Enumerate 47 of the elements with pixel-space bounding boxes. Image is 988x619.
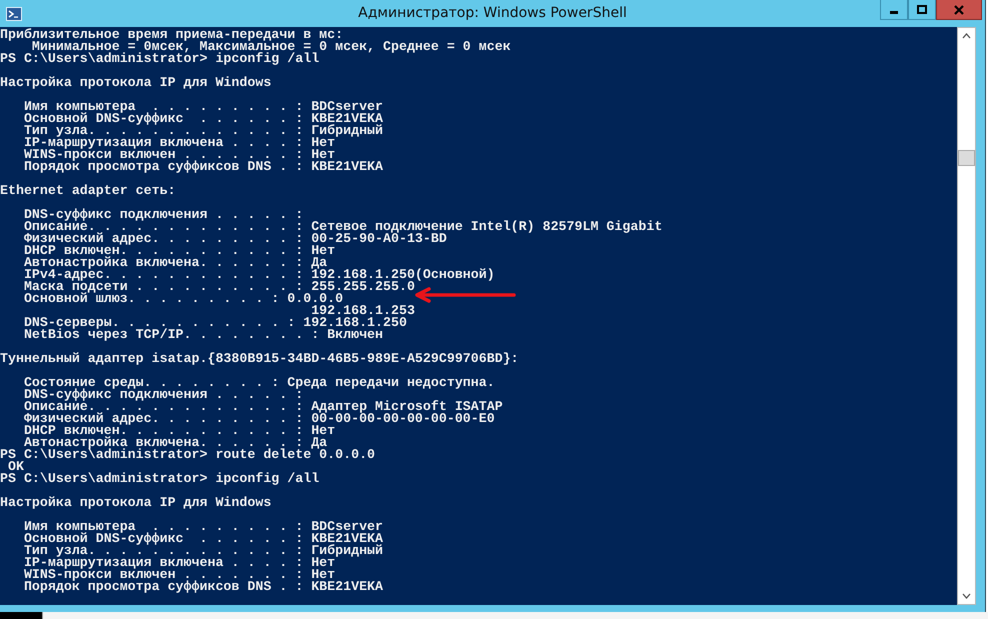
console-line: Физический адрес. . . . . . . . . : 00-25-90-A0-13-BD bbox=[22, 233, 447, 245]
console-line: IP-маршрутизация включена . . . . : Нет bbox=[22, 557, 336, 569]
console-line: WINS-прокси включен . . . . . . . : Нет bbox=[22, 149, 336, 161]
close-icon[interactable] bbox=[954, 4, 964, 14]
maximize-button[interactable] bbox=[908, 0, 936, 20]
console-line: Настройка протокола IP для Windows bbox=[0, 497, 272, 509]
console-line: PS C:\Users\administrator> ipconfig /all bbox=[0, 53, 320, 65]
close-button[interactable] bbox=[936, 0, 982, 20]
console-line: PS C:\Users\administrator> ipconfig /all bbox=[0, 473, 320, 485]
window-title: Администратор: Windows PowerShell bbox=[358, 5, 627, 21]
console-line: DNS-суффикс подключения . . . . . : bbox=[22, 389, 304, 401]
console-line: OK bbox=[8, 461, 24, 473]
console-line: DHCP включен. . . . . . . . . . . : Нет bbox=[22, 245, 336, 257]
console-line: DNS-суффикс подключения . . . . . : bbox=[22, 209, 304, 221]
scrollbar-thumb[interactable] bbox=[958, 150, 975, 166]
console-line: Основной DNS-суффикс . . . . . . : KBE21VEKA bbox=[22, 533, 384, 545]
console-line: Приблизительное время приема-передачи в мс: bbox=[0, 29, 344, 41]
console-line: DNS-серверы. . . . . . . . . . . : 192.168.1.250 bbox=[22, 317, 407, 329]
console-line: PS C:\Users\administrator> route delete 0.0.0.0 bbox=[0, 449, 376, 461]
console-line: Автонастройка включена. . . . . . : Да bbox=[22, 257, 328, 269]
console-line: 192.168.1.253 bbox=[311, 305, 415, 317]
console-line: Минимальное = 0мсек, Максимальное = 0 мсек, Среднее = 0 мсек bbox=[32, 41, 511, 53]
console-line: Автонастройка включена. . . . . . : Да bbox=[22, 437, 328, 449]
console-line: Описание. . . . . . . . . . . . . : Адаптер Microsoft ISATAP bbox=[22, 401, 503, 413]
console-line: Тип узла. . . . . . . . . . . . . : Гибридный bbox=[22, 125, 384, 137]
console-line: Порядок просмотра суффиксов DNS . : KBE21VEKA bbox=[22, 581, 384, 593]
console-line: DHCP включен. . . . . . . . . . . : Нет bbox=[22, 425, 336, 437]
console-line: Тип узла. . . . . . . . . . . . . : Гибридный bbox=[22, 545, 384, 557]
console-line: Описание. . . . . . . . . . . . . : Сетевое подключение Intel(R) 82579LM Gigabit bbox=[22, 221, 662, 233]
console-line: Состояние среды. . . . . . . . : Среда передачи недоступна. bbox=[22, 377, 495, 389]
console-line: NetBios через TCP/IP. . . . . . . . : Включен bbox=[22, 329, 384, 341]
console-line: Основной DNS-суффикс . . . . . . : KBE21VEKA bbox=[22, 113, 384, 125]
console-line: Имя компьютера . . . . . . . . . : BDCserver bbox=[22, 521, 384, 533]
console-line: Туннельный адаптер isatap.{8380B915-34BD-46B5-989E-A529C99706BD}: bbox=[0, 353, 519, 365]
console-line: Настройка протокола IP для Windows bbox=[0, 77, 272, 89]
console-line: Физический адрес. . . . . . . . . : 00-00-00-00-00-00-00-E0 bbox=[22, 413, 495, 425]
console-line: Основной шлюз. . . . . . . . . : 0.0.0.0 bbox=[22, 293, 344, 305]
console-line: Маска подсети . . . . . . . . . . : 255.255.255.0 bbox=[22, 281, 415, 293]
console-line: IP-маршрутизация включена . . . . : Нет bbox=[22, 137, 336, 149]
maximize-icon[interactable] bbox=[917, 4, 927, 14]
terminal-icon bbox=[6, 6, 22, 20]
console-line: Порядок просмотра суффиксов DNS . : KBE21VEKA bbox=[22, 161, 384, 173]
console-line: IPv4-адрес. . . . . . . . . . . . : 192.168.1.250(Основной) bbox=[22, 269, 495, 281]
minimize-button[interactable] bbox=[880, 0, 908, 20]
console-line: WINS-прокси включен . . . . . . . : Нет bbox=[22, 569, 336, 581]
console-line: Ethernet adapter сеть: bbox=[0, 185, 176, 197]
console-line: Имя компьютера . . . . . . . . . : BDCserver bbox=[22, 101, 384, 113]
